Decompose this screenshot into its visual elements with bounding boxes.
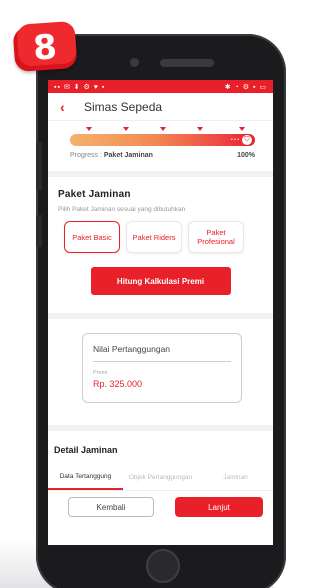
progress-section: • • • ⛉ Progress : Paket Jaminan 100% (48, 121, 273, 177)
step-number: 8 (31, 27, 59, 69)
package-option-basic[interactable]: Paket Basic (64, 221, 120, 253)
app-screen: ▪▪ ✉ ⬇ ⚙ ♥ ▪ ✱ ◔ ⚙ ▪ ▭ ‹ Simas Sepeda • … (48, 80, 273, 545)
tab-data-tertanggung[interactable]: Data Tertanggung (48, 465, 123, 490)
premium-label: Premi (93, 370, 108, 376)
progress-label-prefix: Progress : (70, 152, 102, 159)
status-bar: ▪▪ ✉ ⬇ ⚙ ♥ ▪ ✱ ◔ ⚙ ▪ ▭ (48, 80, 273, 93)
progress-label: Progress : Paket Jaminan (70, 152, 153, 159)
next-button[interactable]: Lanjut (175, 497, 263, 517)
tab-jaminan[interactable]: Jaminan (198, 465, 273, 490)
status-bar-left: ▪▪ ✉ ⬇ ⚙ ♥ ▪ (54, 83, 106, 91)
progress-marker (239, 127, 246, 131)
premium-value: Rp. 325.000 (93, 379, 143, 389)
calculate-premium-button[interactable]: Hitung Kalkulasi Premi (90, 267, 231, 295)
shield-icon: ⛉ (242, 135, 252, 145)
progress-marker (159, 127, 166, 131)
status-bar-right: ✱ ◔ ⚙ ▪ ▭ (224, 83, 267, 91)
page-title: Simas Sepeda (84, 99, 163, 114)
section-divider (48, 313, 273, 319)
package-section: Paket Jaminan Pilih Paket Jaminan sesuai… (48, 177, 273, 295)
package-options: Paket Basic Paket Riders Paket Profesion… (58, 221, 263, 253)
chevron-left-icon[interactable]: ‹ (60, 99, 78, 115)
package-option-riders[interactable]: Paket Riders (126, 221, 182, 253)
phone-side-button-upper (36, 142, 42, 190)
package-option-profesional[interactable]: Paket Profesional (188, 221, 244, 253)
progress-marker (85, 127, 92, 131)
progress-markers (70, 127, 255, 133)
progress-dots-icon: • • • (230, 137, 239, 143)
phone-camera (130, 58, 139, 67)
coverage-card: Nilai Pertanggungan Premi Rp. 325.000 (82, 333, 242, 403)
progress-step-name: Paket Jaminan (103, 152, 153, 159)
package-subtitle: Pilih Paket Jaminan sesuai yang dibutuhk… (58, 206, 186, 213)
sum-insured-field[interactable]: Nilai Pertanggungan (93, 344, 231, 362)
progress-labels: Progress : Paket Jaminan 100% (70, 152, 255, 159)
tab-objek-pertanggungan[interactable]: Objek Pertanggungan (123, 465, 198, 490)
phone-home-button[interactable] (146, 549, 180, 583)
progress-marker (196, 127, 203, 131)
back-button[interactable]: Kembali (68, 497, 154, 517)
phone-speaker (160, 59, 214, 67)
detail-tabs: Data Tertanggung Objek Pertanggungan Jam… (48, 465, 273, 491)
progress-bar: • • • ⛉ (70, 134, 255, 146)
progress-marker (122, 127, 129, 131)
bottom-action-bar: Kembali Lanjut (48, 491, 273, 517)
progress-percent: 100% (237, 152, 255, 159)
app-bar: ‹ Simas Sepeda (48, 93, 273, 121)
phone-side-button-lower (36, 215, 42, 247)
package-title: Paket Jaminan (58, 189, 131, 200)
detail-title: Detail Jaminan (54, 445, 118, 455)
step-badge: 8 (12, 20, 78, 73)
